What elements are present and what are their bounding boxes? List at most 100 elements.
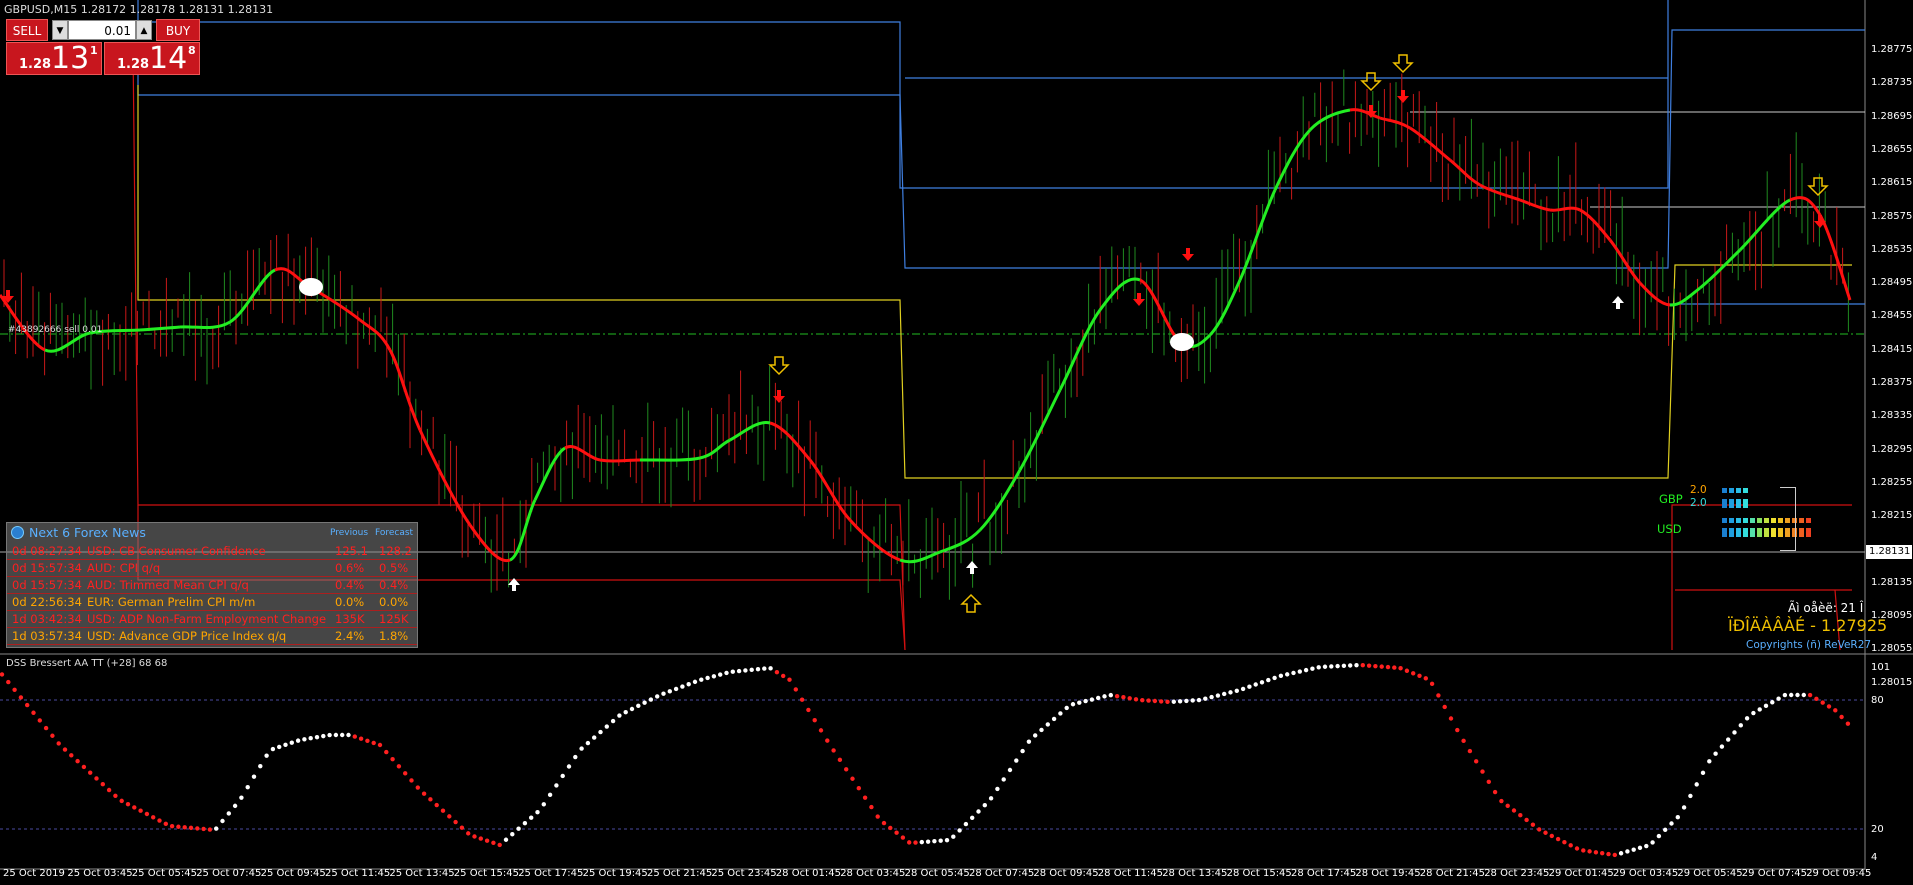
time-tick-label: 29 Oct 05:45 bbox=[1677, 868, 1743, 879]
dss-dot bbox=[1209, 694, 1214, 700]
price-tick-label: 1.28495 bbox=[1871, 277, 1913, 289]
strength-bar-gbp bbox=[1729, 488, 1734, 493]
dss-dot bbox=[302, 737, 307, 742]
dss-dot bbox=[1127, 696, 1132, 701]
dss-dot bbox=[1360, 663, 1366, 668]
lot-decrease-button[interactable]: ▼ bbox=[52, 20, 68, 40]
time-tick-label: 29 Oct 01:45 bbox=[1548, 868, 1614, 879]
news-event: USD: CB Consumer Confidence bbox=[87, 544, 266, 558]
dss-dot bbox=[1732, 730, 1737, 735]
lot-increase-button[interactable]: ▲ bbox=[136, 20, 152, 40]
strength-bar-row bbox=[1799, 528, 1804, 537]
price-tick-label: 1.28335 bbox=[1871, 410, 1913, 422]
dss-dot bbox=[1007, 767, 1013, 773]
dss-dot bbox=[686, 682, 691, 687]
dss-dot bbox=[1253, 682, 1258, 687]
dss-dot bbox=[390, 756, 395, 762]
time-tick-label: 28 Oct 21:45 bbox=[1419, 868, 1485, 879]
dss-dot bbox=[113, 793, 118, 798]
order-label[interactable]: #43892666 sell 0.01 bbox=[8, 325, 102, 335]
dss-dot bbox=[327, 732, 332, 738]
lot-size-input[interactable]: 0.01 bbox=[68, 20, 136, 40]
time-tick-label: 25 Oct 11:45 bbox=[325, 868, 391, 879]
strength-bar-row bbox=[1722, 528, 1727, 537]
dss-dot bbox=[1675, 815, 1681, 820]
ma-segment bbox=[599, 458, 641, 463]
dss-dot bbox=[1480, 769, 1485, 774]
dss-dot bbox=[718, 672, 723, 677]
dss-dot bbox=[226, 811, 231, 816]
dss-dot bbox=[1524, 817, 1529, 823]
price-tick-label: 1.28735 bbox=[1871, 77, 1913, 89]
news-row: 0d 15:57:34 AUD: CPI q/q 0.6% 0.5% bbox=[7, 560, 417, 577]
dss-dot bbox=[1700, 770, 1706, 776]
dss-dot bbox=[1089, 697, 1095, 702]
dss-dot bbox=[566, 764, 572, 769]
dss-dot bbox=[781, 673, 786, 679]
dss-dot bbox=[957, 828, 962, 833]
dss-dot bbox=[1165, 699, 1170, 705]
news-time: 0d 15:57:34 bbox=[12, 578, 82, 592]
dss-dot bbox=[799, 697, 805, 702]
dss-dot bbox=[1259, 680, 1265, 685]
strength-bar-row bbox=[1771, 528, 1776, 537]
dss-dot bbox=[755, 667, 761, 672]
dss-dot bbox=[182, 825, 187, 830]
dss-dot bbox=[970, 815, 975, 820]
news-forecast: 1.8% bbox=[379, 629, 409, 643]
dss-dot bbox=[1316, 665, 1321, 670]
dss-dot bbox=[1656, 833, 1662, 839]
dss-dot bbox=[1215, 693, 1221, 698]
time-tick-label: 28 Oct 23:45 bbox=[1484, 868, 1550, 879]
dss-dot bbox=[6, 679, 11, 685]
time-tick-label: 25 Oct 07:45 bbox=[196, 868, 262, 879]
buy-quote[interactable]: 1.28 14 8 bbox=[104, 41, 200, 76]
price-tick-label: 1.28295 bbox=[1871, 443, 1913, 455]
dss-dot bbox=[1385, 664, 1391, 670]
news-event: AUD: Trimmed Mean CPI q/q bbox=[87, 578, 249, 592]
time-tick-label: 28 Oct 05:45 bbox=[904, 868, 970, 879]
dss-dot bbox=[1763, 703, 1769, 709]
dss-dot bbox=[585, 740, 591, 746]
dss-dot bbox=[1411, 671, 1416, 676]
news-panel: Next 6 Forex News Previous Forecast 0d 0… bbox=[6, 522, 418, 648]
dss-dot bbox=[409, 778, 414, 783]
dss-dot bbox=[1247, 684, 1252, 689]
news-event: USD: Advance GDP Price Index q/q bbox=[87, 629, 287, 643]
dss-dot bbox=[573, 754, 578, 760]
dss-dot bbox=[1694, 782, 1699, 787]
dss-dot bbox=[1310, 666, 1315, 671]
dss-dot bbox=[1033, 733, 1038, 738]
dss-dot bbox=[1096, 695, 1101, 701]
time-tick-label: 25 Oct 23:45 bbox=[711, 868, 777, 879]
dss-dot bbox=[81, 764, 87, 770]
dss-dot bbox=[75, 758, 80, 764]
dss-dot bbox=[1663, 827, 1668, 832]
strength-bar-row bbox=[1764, 528, 1769, 537]
sell-button[interactable]: SELL bbox=[6, 19, 48, 41]
dss-dot bbox=[894, 830, 899, 835]
dss-dot bbox=[982, 803, 987, 808]
dss-dot bbox=[37, 718, 42, 723]
strength-bar-row bbox=[1729, 518, 1734, 523]
dss-dot bbox=[289, 740, 294, 745]
strength-bar-gbp bbox=[1743, 488, 1748, 493]
dss-dot bbox=[314, 734, 320, 740]
news-row: 0d 15:57:34 AUD: Trimmed Mean CPI q/q 0.4%… bbox=[7, 577, 417, 594]
sell-quote[interactable]: 1.28 13 1 bbox=[6, 41, 102, 76]
news-forecast: 0.5% bbox=[379, 561, 409, 575]
dss-dot bbox=[1612, 852, 1618, 858]
chevron-up-icon: ▲ bbox=[140, 26, 148, 36]
dss-dot bbox=[812, 717, 817, 723]
news-forecast: 125K bbox=[379, 612, 409, 626]
chevron-down-icon: ▼ bbox=[56, 26, 64, 36]
dss-dot bbox=[1272, 675, 1277, 681]
dss-dot bbox=[1240, 686, 1246, 692]
dss-dot bbox=[1782, 692, 1788, 698]
dss-dot bbox=[661, 691, 666, 696]
news-row-divider bbox=[7, 644, 417, 645]
buy-button[interactable]: BUY bbox=[156, 19, 200, 41]
dss-dot bbox=[1303, 667, 1309, 673]
chart-canvas[interactable] bbox=[0, 0, 1913, 885]
dss-dot bbox=[138, 808, 143, 813]
